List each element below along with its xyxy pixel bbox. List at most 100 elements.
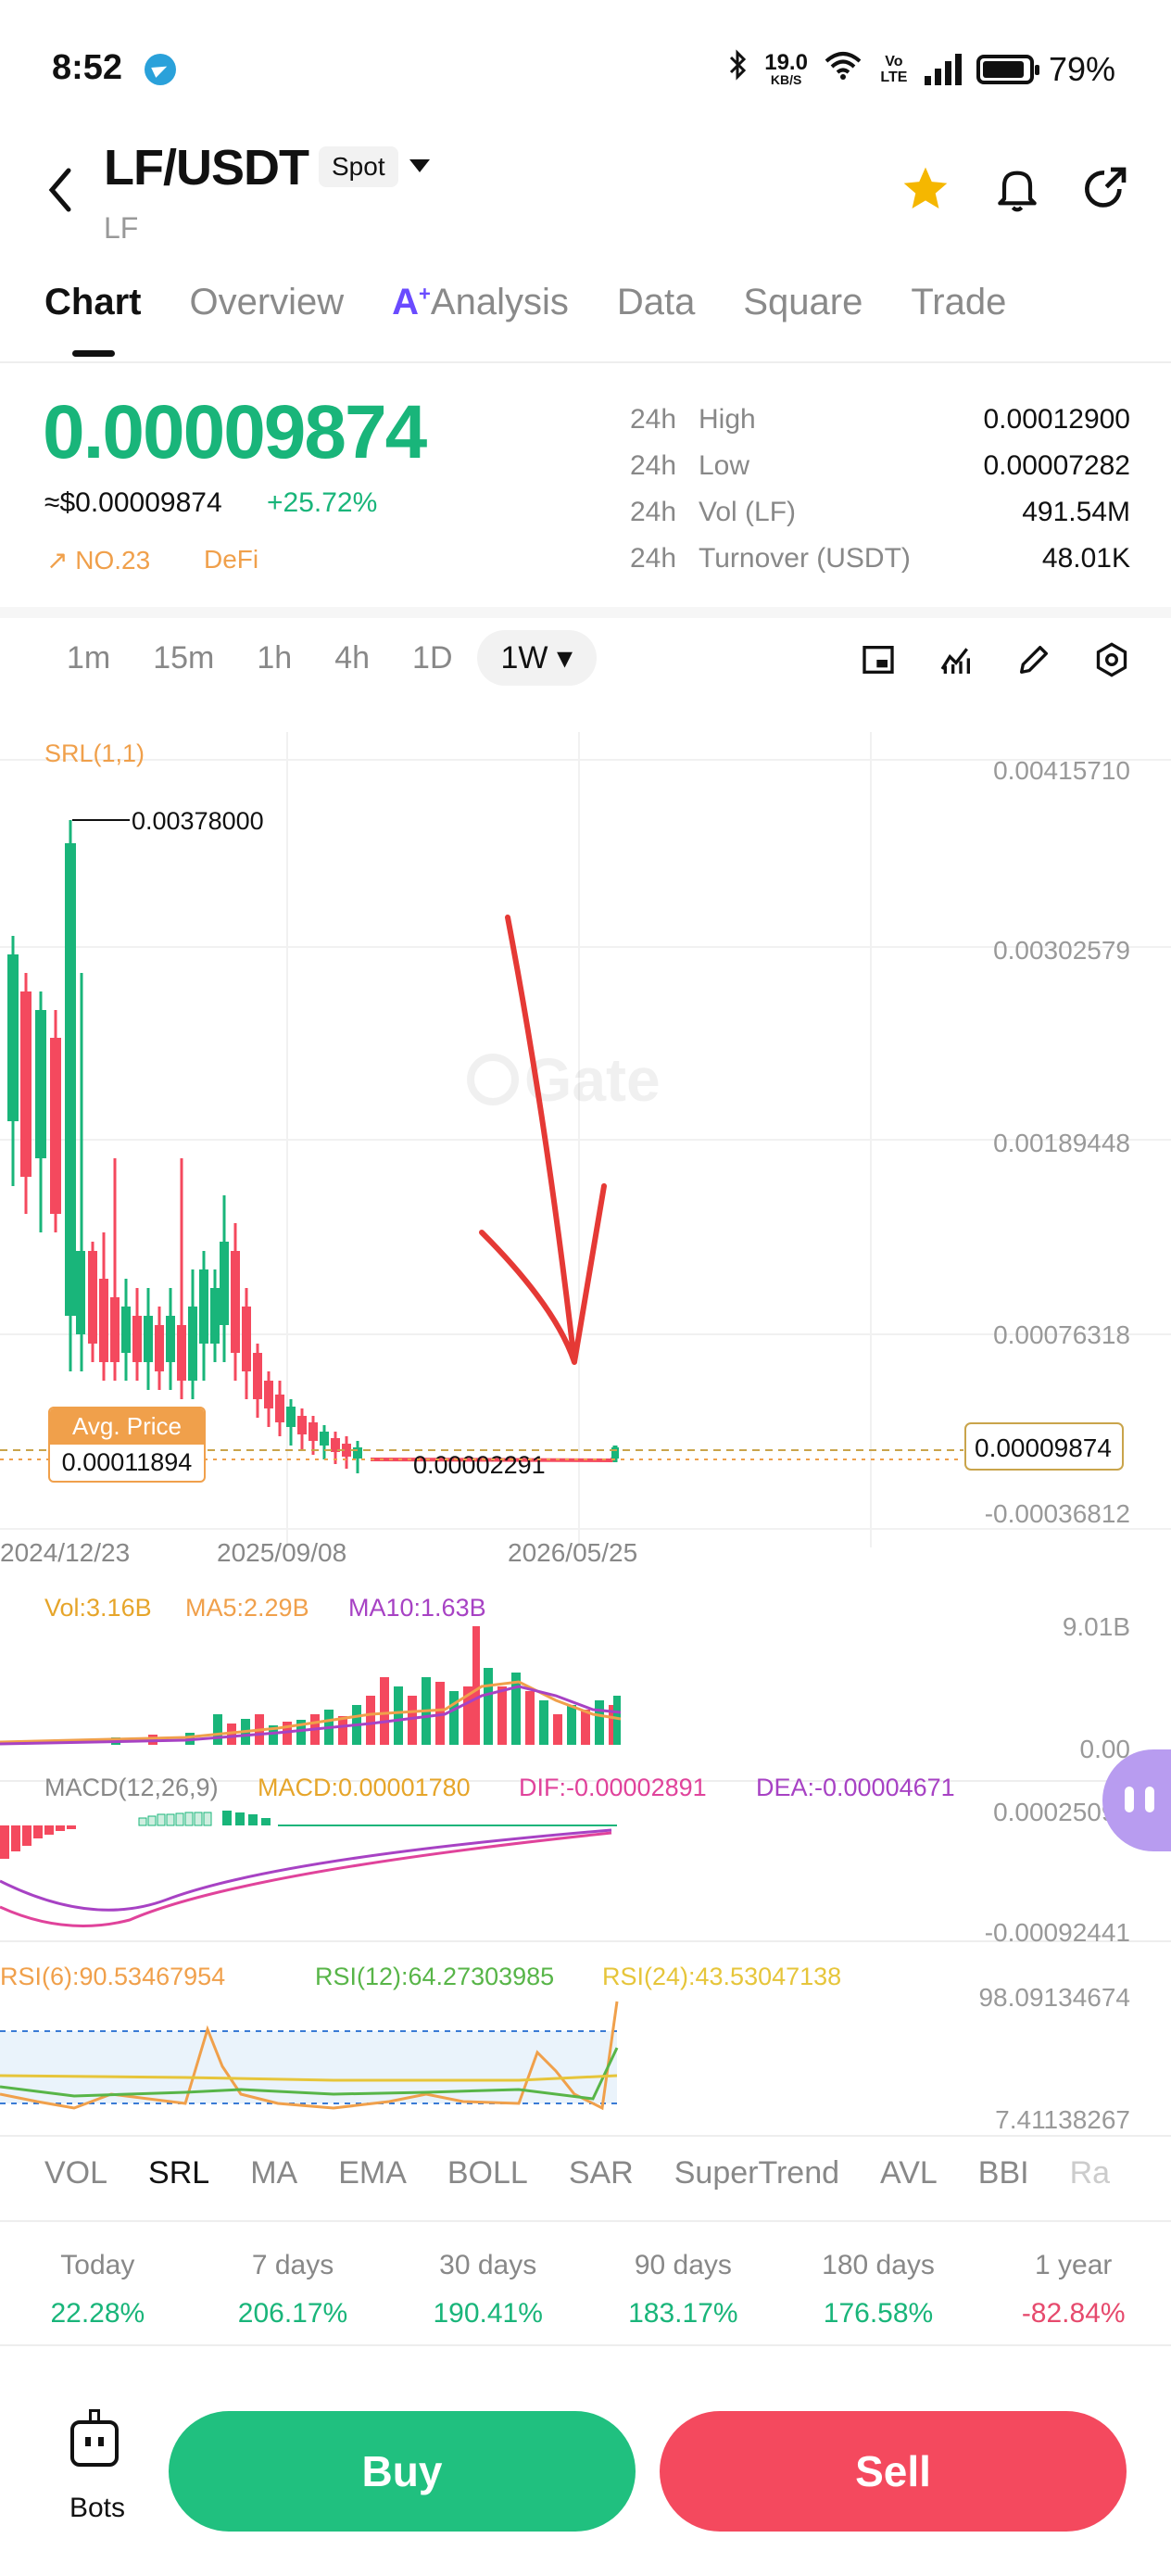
ind-tab-srl[interactable]: SRL [148,2155,209,2191]
bots-label[interactable]: Bots [65,2493,130,2524]
buy-button[interactable]: Buy [169,2411,636,2532]
interval-1m[interactable]: 1m [67,640,110,676]
ai-icon: A+ [392,282,431,322]
star-icon[interactable] [899,163,952,220]
divider [0,2220,1171,2222]
rsi-y-top: 98.09134674 [978,1983,1130,2012]
last-price: 0.00009874 [43,390,427,474]
stat-row: 24h Low 0.00007282 [630,450,1130,481]
watermark-logo: Gate [467,1045,661,1114]
battery-percent: 79% [1048,49,1115,88]
dea-value: DEA:-0.00004671 [756,1774,955,1801]
dif-line [0,1831,612,1927]
dif-value: DIF:-0.00002891 [519,1774,707,1801]
price-change: +25.72% [267,487,378,518]
rank-badge[interactable]: ↗ NO.23 [46,545,150,575]
signal-icon [924,53,962,85]
settings-icon[interactable] [1093,641,1130,678]
perf-item: 7 days 206.17% [237,2250,348,2329]
candlesticks [7,820,619,1473]
perf-item: 90 days 183.17% [628,2250,738,2329]
stat-row: 24h Turnover (USDT) 48.01K [630,543,1130,574]
indicator-icon[interactable] [938,641,975,678]
avg-price-label: Avg. Price [50,1408,204,1445]
y-tick: -0.00036812 [984,1499,1130,1528]
ind-tab-boll[interactable]: BOLL [447,2155,528,2191]
x-tick: 2026/05/25 [508,1538,638,1567]
tab-square[interactable]: Square [743,282,863,323]
assistant-icon [1125,1787,1134,1812]
bots-eyes [85,2437,91,2446]
ma5-label: MA5:2.29B [185,1594,309,1622]
trend-icon: ↗ [46,546,76,575]
bots-antenna [89,2409,100,2420]
rsi6-value: RSI(6):90.53467954 [0,1963,226,1990]
interval-15m[interactable]: 15m [153,640,214,676]
ind-tab-ema[interactable]: EMA [338,2155,407,2191]
macd-y-bottom: -0.00092441 [984,1918,1130,1947]
divider [0,2344,1171,2346]
volume-bars [111,1626,621,1745]
telegram-icon [145,54,176,85]
bell-icon[interactable] [991,161,1043,220]
y-tick: 0.00189448 [993,1129,1130,1157]
performance-row: Today 22.28% 7 days 206.17% 30 days 190.41%… [0,2242,1171,2330]
fullscreen-icon[interactable] [860,641,897,678]
avg-price-value: 0.00011894 [61,1448,193,1476]
wifi-icon [823,48,863,90]
market-type-badge[interactable]: Spot [319,146,398,187]
interval-1h[interactable]: 1h [257,640,292,676]
interval-1w[interactable]: 1W ▾ [476,630,598,686]
high-marker-label: 0.00378000 [132,807,264,835]
bots-icon[interactable] [70,2420,119,2467]
ind-tab-avl[interactable]: AVL [880,2155,938,2191]
x-tick: 2024/12/23 [0,1538,131,1567]
rsi24-value: RSI(24):43.53047138 [602,1963,842,1990]
chevron-down-icon[interactable] [409,159,430,172]
net-speed: 19.0 KB/S [764,49,808,87]
pair-title[interactable]: LF/USDT [104,139,309,196]
stats-panel: 24h High 0.00012900 24h Low 0.00007282 24h Vo… [630,397,1130,582]
macd-label: MACD(12,26,9) [44,1774,219,1801]
current-price-tag-label: 0.00009874 [975,1433,1112,1462]
ind-tab-supertrend[interactable]: SuperTrend [674,2155,839,2191]
srl-label[interactable]: SRL(1,1) [44,739,145,768]
category-badge[interactable]: DeFi [204,545,258,575]
battery-icon [976,54,1039,84]
ind-tab-sar[interactable]: SAR [569,2155,634,2191]
tab-chart[interactable]: Chart [44,282,141,323]
interval-4h[interactable]: 4h [334,640,370,676]
ma10-label: MA10:1.63B [348,1594,486,1622]
draw-icon[interactable] [1015,641,1052,678]
status-icons: 19.0 KB/S Vo LTE 79% [727,48,1115,90]
tab-overview[interactable]: Overview [189,282,344,323]
vol-label: Vol:3.16B [44,1594,152,1622]
ind-tab-vol[interactable]: VOL [44,2155,107,2191]
back-icon[interactable] [44,165,76,220]
x-tick: 2025/09/08 [217,1538,347,1567]
ind-tab-bbi[interactable]: BBI [978,2155,1029,2191]
y-tick: 0.00302579 [993,936,1130,965]
watermark-text: Gate [524,1045,661,1114]
share-icon[interactable] [1078,163,1130,220]
sell-button[interactable]: Sell [660,2411,1127,2532]
y-tick: 0.00415710 [993,756,1130,785]
macd-value: MACD:0.00001780 [258,1774,471,1801]
tab-analysis[interactable]: A+Analysis [392,282,569,323]
tab-trade[interactable]: Trade [911,282,1006,323]
perf-item: 30 days 190.41% [433,2250,543,2329]
indicator-tabs: VOL SRL MA EMA BOLL SAR SuperTrend AVL B… [44,2155,1151,2191]
ind-tab-ma[interactable]: MA [250,2155,297,2191]
ind-tab-more[interactable]: Ra [1070,2155,1110,2191]
rsi-y-bottom: 7.41138267 [995,2105,1130,2134]
perf-item: Today 22.28% [50,2250,145,2329]
stat-row: 24h High 0.00012900 [630,404,1130,435]
macd-histogram [0,1825,76,1859]
interval-selector: 1m 15m 1h 4h 1D 1W ▾ [37,630,639,686]
low-marker-label: 0.00002291 [413,1451,546,1479]
usd-price: ≈$0.00009874 [44,487,222,518]
avg-price-badge[interactable]: Avg. Price 0.00011894 [48,1407,206,1483]
main-tabs: Chart Overview A+Analysis Data Square Tr… [44,282,1054,323]
tab-data[interactable]: Data [617,282,696,323]
interval-1d[interactable]: 1D [412,640,452,676]
